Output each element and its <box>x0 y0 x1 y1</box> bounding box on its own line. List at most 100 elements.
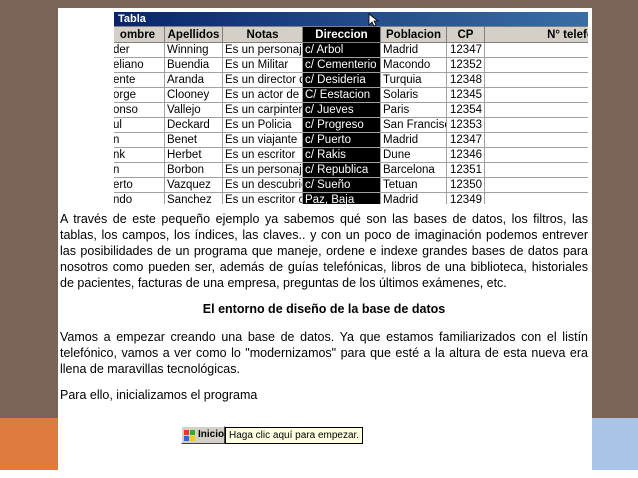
grid-body: der Winning Es un personaje c/ Arbol Madrid 1… <box>114 42 588 204</box>
table-cell[interactable]: Es un personaje <box>222 42 303 58</box>
table-cell[interactable]: 900123899 <box>484 117 588 133</box>
table-cell[interactable]: 900126458 <box>484 72 588 88</box>
table-cell[interactable]: Es un carpinter <box>222 102 303 118</box>
table-cell[interactable]: Turquia <box>380 72 447 88</box>
table-cell[interactable]: n <box>114 162 165 178</box>
table-cell[interactable]: 900123899 <box>484 132 588 148</box>
table-cell[interactable]: erto <box>114 177 165 193</box>
table-cell[interactable]: 12354 <box>446 102 485 118</box>
table-row[interactable]: ndo Sanchez Es un escritor c Paz, Baja Madri… <box>114 192 588 204</box>
table-cell[interactable]: Es un director d <box>222 72 303 88</box>
table-cell[interactable]: nk <box>114 147 165 163</box>
table-cell[interactable]: Barcelona <box>380 162 447 178</box>
table-cell[interactable]: Macondo <box>380 57 447 73</box>
table-cell[interactable]: 900126458 <box>484 192 588 204</box>
table-cell[interactable]: onso <box>114 102 165 118</box>
table-cell[interactable]: Benet <box>164 132 223 148</box>
table-cell[interactable]: 900124468 <box>484 177 588 193</box>
table-cell[interactable]: Vallejo <box>164 102 223 118</box>
column-header[interactable]: Notas <box>222 26 303 43</box>
table-cell[interactable]: c/ Arbol <box>302 42 381 58</box>
table-cell[interactable]: Es un viajante <box>222 132 303 148</box>
table-cell[interactable]: n <box>114 132 165 148</box>
table-cell[interactable]: c/ Cementerio <box>302 57 381 73</box>
table-cell[interactable]: Buendia <box>164 57 223 73</box>
table-cell[interactable]: 12350 <box>446 177 485 193</box>
table-cell[interactable]: Madrid <box>380 42 447 58</box>
table-cell[interactable]: 900123758 <box>484 42 588 58</box>
table-cell[interactable]: ul <box>114 117 165 133</box>
table-cell[interactable]: c/ Rakis <box>302 147 381 163</box>
table-row[interactable]: nBenetEs un viajantec/ PuertoMadrid12347… <box>114 132 588 148</box>
table-cell[interactable]: Clooney <box>164 87 223 103</box>
table-screenshot: Tabla ombre Apellidos Notas Direccion Poblac… <box>114 12 588 204</box>
table-cell[interactable]: Es un descubrid <box>222 177 303 193</box>
table-row[interactable]: der Winning Es un personaje c/ Arbol Madrid 1… <box>114 42 588 58</box>
table-cell[interactable]: Borbon <box>164 162 223 178</box>
table-cell[interactable]: Es un escritor <box>222 147 303 163</box>
table-cell[interactable]: 12352 <box>446 57 485 73</box>
table-row[interactable]: eliano Buendia Es un Militar c/ Cementerio M… <box>114 57 588 73</box>
column-header[interactable]: ombre <box>114 26 165 43</box>
table-row[interactable]: ulDeckardEs un Policiac/ ProgresoSan Fra… <box>114 117 588 133</box>
table-cell[interactable]: 900123899 <box>484 57 588 73</box>
table-cell[interactable]: c/ Puerto <box>302 132 381 148</box>
table-cell[interactable]: 900123899 <box>484 102 588 118</box>
table-cell[interactable]: c/ Jueves <box>302 102 381 118</box>
table-row[interactable]: nkHerbetEs un escritorc/ RakisDune123469… <box>114 147 588 163</box>
table-cell[interactable]: Dune <box>380 147 447 163</box>
table-cell[interactable]: ente <box>114 72 165 88</box>
table-cell[interactable]: c/ Progreso <box>302 117 381 133</box>
table-cell[interactable]: orge <box>114 87 165 103</box>
grid-header-row: ombre Apellidos Notas Direccion Poblacion CP N… <box>114 26 588 43</box>
table-cell[interactable]: 12345 <box>446 87 485 103</box>
table-cell[interactable]: Sanchez <box>164 192 223 204</box>
table-cell[interactable]: 12347 <box>446 132 485 148</box>
table-cell[interactable]: Aranda <box>164 72 223 88</box>
table-cell[interactable]: 12351 <box>446 162 485 178</box>
table-cell[interactable]: 900123900 <box>484 162 588 178</box>
table-cell[interactable]: 900123958 <box>484 87 588 103</box>
column-header[interactable]: N° telefono <box>484 26 588 43</box>
column-header[interactable]: Poblacion <box>380 26 447 43</box>
table-cell[interactable]: eliano <box>114 57 165 73</box>
table-cell[interactable]: Paris <box>380 102 447 118</box>
table-cell[interactable]: Paz, Baja <box>302 192 381 204</box>
table-cell[interactable]: Winning <box>164 42 223 58</box>
table-cell[interactable]: Tetuan <box>380 177 447 193</box>
table-cell[interactable]: der <box>114 42 165 58</box>
table-cell[interactable]: Madrid <box>380 132 447 148</box>
table-cell[interactable]: c/ Desideria <box>302 72 381 88</box>
table-row[interactable]: onso Vallejo Es un carpinter c/ Jueves Paris… <box>114 102 588 118</box>
table-cell[interactable]: 12349 <box>446 192 485 204</box>
table-row[interactable]: erto Vazquez Es un descubrid c/ Sueño Tetuan… <box>114 177 588 193</box>
table-cell[interactable]: Es un personaje <box>222 162 303 178</box>
table-cell[interactable]: Es un Militar <box>222 57 303 73</box>
paragraph-start: Vamos a empezar creando una base de dato… <box>60 330 588 376</box>
table-cell[interactable]: c/ Republica <box>302 162 381 178</box>
table-row[interactable]: nBorbonEs un personajec/ RepublicaBarcel… <box>114 162 588 178</box>
table-cell[interactable]: Solaris <box>380 87 447 103</box>
column-header[interactable]: Apellidos <box>164 26 223 43</box>
table-cell[interactable]: San Francisc <box>380 117 447 133</box>
table-cell[interactable]: Vazquez <box>164 177 223 193</box>
table-cell[interactable]: Es un Policia <box>222 117 303 133</box>
table-cell[interactable]: Deckard <box>164 117 223 133</box>
table-row[interactable]: ente Aranda Es un director d c/ Desideria Tu… <box>114 72 588 88</box>
table-cell[interactable]: Madrid <box>380 192 447 204</box>
start-button[interactable]: Inicio <box>181 426 225 444</box>
column-header[interactable]: Direccion <box>302 26 381 43</box>
table-cell[interactable]: Es un actor de <box>222 87 303 103</box>
table-cell[interactable]: C/ Eestacion <box>302 87 381 103</box>
table-row[interactable]: orge Clooney Es un actor de C/ Eestacion Sol… <box>114 87 588 103</box>
table-cell[interactable]: 12353 <box>446 117 485 133</box>
table-cell[interactable]: 900128458 <box>484 147 588 163</box>
table-cell[interactable]: Herbet <box>164 147 223 163</box>
table-cell[interactable]: c/ Sueño <box>302 177 381 193</box>
table-cell[interactable]: Es un escritor c <box>222 192 303 204</box>
table-cell[interactable]: 12346 <box>446 147 485 163</box>
table-cell[interactable]: 12347 <box>446 42 485 58</box>
table-cell[interactable]: ndo <box>114 192 165 204</box>
column-header[interactable]: CP <box>446 26 485 43</box>
table-cell[interactable]: 12348 <box>446 72 485 88</box>
